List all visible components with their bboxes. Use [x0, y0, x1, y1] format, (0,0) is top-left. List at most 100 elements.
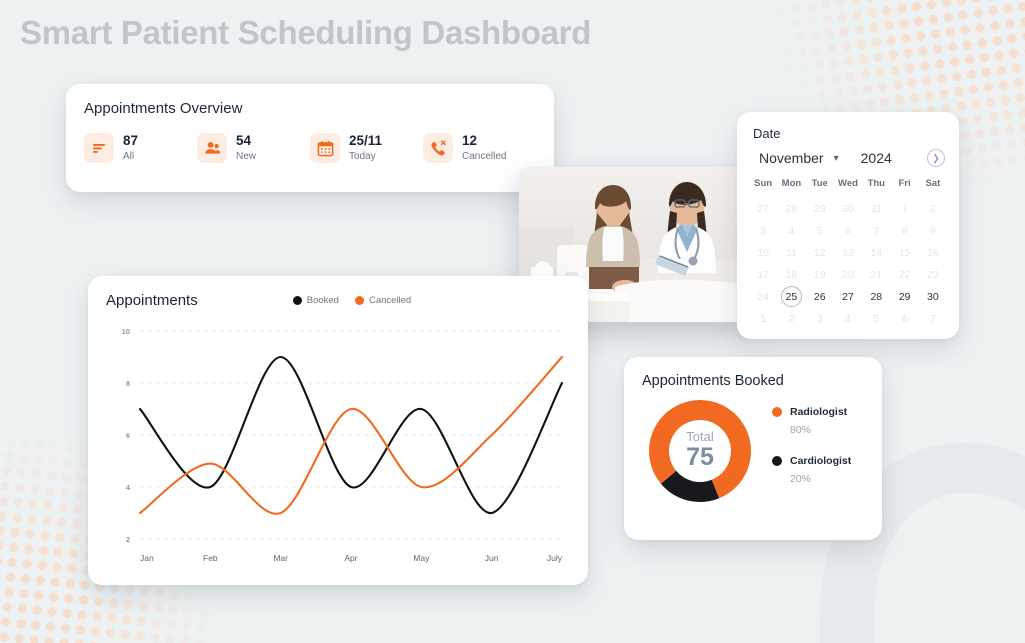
calendar-day[interactable]: 3 — [806, 308, 834, 330]
donut-title: Appointments Booked — [642, 373, 784, 389]
calendar-day[interactable]: 14 — [862, 242, 890, 264]
day-header: Tue — [811, 178, 828, 189]
calendar-day[interactable]: 5 — [806, 220, 834, 242]
calendar-day[interactable]: 21 — [862, 264, 890, 286]
calendar-day[interactable]: 4 — [777, 220, 805, 242]
calendar-day[interactable]: 4 — [834, 308, 862, 330]
calendar-day[interactable]: 18 — [777, 264, 805, 286]
stat-cancelled[interactable]: 12 Cancelled — [423, 133, 536, 163]
stat-label: Cancelled — [462, 150, 507, 162]
calendar-day[interactable]: 10 — [749, 242, 777, 264]
calendar-day[interactable]: 9 — [919, 220, 947, 242]
stat-new[interactable]: 54 New — [197, 133, 310, 163]
calendar-day[interactable]: 20 — [834, 264, 862, 286]
legend-item-cancelled[interactable]: Cancelled — [354, 295, 412, 306]
stat-label: New — [236, 150, 257, 162]
calendar-day[interactable]: 12 — [806, 242, 834, 264]
svg-text:4: 4 — [126, 483, 131, 492]
calendar-day[interactable]: 31 — [862, 198, 890, 220]
legend-item-radiologist[interactable]: Radiologist 80% — [772, 402, 851, 438]
calendar-day[interactable]: 28 — [862, 286, 890, 308]
svg-text:10: 10 — [122, 327, 130, 336]
calendar-day[interactable]: 1 — [749, 308, 777, 330]
calendar-day[interactable]: 8 — [890, 220, 918, 242]
calendar-day[interactable]: 5 — [862, 308, 890, 330]
calendar-day[interactable]: 24 — [749, 286, 777, 308]
calendar-days-grid: 27 28 29 30 31 1 2 3 4 5 6 7 8 9 10 11 12 13 14 15 16 17 18 19 2… — [749, 198, 947, 330]
calendar-day[interactable]: 28 — [777, 198, 805, 220]
stat-today[interactable]: 25/11 Today — [310, 133, 423, 163]
stat-value: 25/11 — [349, 133, 383, 149]
svg-text:2: 2 — [126, 535, 130, 544]
overview-title: Appointments Overview — [84, 100, 243, 117]
calendar-day[interactable]: 30 — [834, 198, 862, 220]
appointments-line-chart-card: Appointments Booked Cancelled 2 4 6 8 10 Jan F… — [88, 276, 588, 585]
svg-text:Jan: Jan — [140, 553, 154, 563]
calendar-day[interactable]: 16 — [919, 242, 947, 264]
chart-header: Appointments Booked Cancelled — [106, 292, 570, 309]
year-label[interactable]: 2024 — [861, 150, 892, 166]
calendar-day[interactable]: 30 — [919, 286, 947, 308]
calendar-day[interactable]: 29 — [806, 198, 834, 220]
calendar-day[interactable]: 13 — [834, 242, 862, 264]
calendar-day[interactable]: 7 — [862, 220, 890, 242]
calendar-day[interactable]: 27 — [834, 286, 862, 308]
calendar-day[interactable]: 27 — [749, 198, 777, 220]
donut-total-label: Total — [686, 429, 714, 445]
svg-text:8: 8 — [126, 379, 130, 388]
chart-legend: Booked Cancelled — [292, 295, 412, 306]
calendar-day[interactable]: 23 — [919, 264, 947, 286]
svg-text:Apr: Apr — [344, 553, 357, 563]
calendar-day[interactable]: 22 — [890, 264, 918, 286]
people-icon — [197, 133, 227, 163]
legend-value: 20% — [790, 473, 812, 485]
calendar-day[interactable]: 2 — [919, 198, 947, 220]
svg-text:6: 6 — [126, 431, 130, 440]
appointments-booked-card: Appointments Booked Total 75 Radiologist… — [624, 357, 882, 540]
day-header: Fri — [898, 178, 911, 189]
chevron-down-icon[interactable]: ▾ — [834, 153, 839, 164]
day-header: Thu — [867, 178, 885, 189]
svg-text:July: July — [547, 553, 563, 563]
chevron-right-icon[interactable]: ❯ — [927, 149, 945, 167]
stat-label: All — [123, 150, 135, 162]
legend-label: Cardiologist — [790, 455, 852, 467]
stat-value: 87 — [123, 133, 139, 149]
stat-all[interactable]: 87 All — [84, 133, 197, 163]
calendar-day[interactable]: 19 — [806, 264, 834, 286]
svg-text:May: May — [413, 553, 430, 563]
legend-item-cardiologist[interactable]: Cardiologist 20% — [772, 451, 851, 487]
line-chart-plot: 2 4 6 8 10 Jan Feb Mar Apr May Jun July — [106, 323, 570, 569]
calendar-day[interactable]: 26 — [806, 286, 834, 308]
legend-item-booked[interactable]: Booked — [292, 295, 339, 306]
phone-x-icon — [423, 133, 453, 163]
donut-center-label: Total 75 — [646, 397, 754, 505]
svg-text:Jun: Jun — [485, 553, 499, 563]
legend-label: Cancelled — [368, 295, 412, 306]
appointments-overview-card: Appointments Overview 87 All 54 New 25/1… — [66, 84, 554, 192]
calendar-label: Date — [753, 126, 781, 141]
calendar-day[interactable]: 25 — [777, 286, 805, 308]
legend-label: Booked — [306, 295, 339, 306]
calendar-day[interactable]: 3 — [749, 220, 777, 242]
calendar-day[interactable]: 2 — [777, 308, 805, 330]
list-icon — [84, 133, 114, 163]
calendar-day[interactable]: 1 — [890, 198, 918, 220]
calendar-day[interactable]: 6 — [890, 308, 918, 330]
calendar-day[interactable]: 11 — [777, 242, 805, 264]
legend-dot — [772, 407, 782, 417]
day-header: Sat — [925, 178, 941, 189]
month-select[interactable]: November — [759, 150, 824, 166]
donut-total-value: 75 — [686, 443, 714, 472]
calendar-day[interactable]: 29 — [890, 286, 918, 308]
calendar-day[interactable]: 17 — [749, 264, 777, 286]
stat-value: 54 — [236, 133, 252, 149]
day-header: Wed — [838, 178, 858, 189]
calendar-icon — [310, 133, 340, 163]
svg-text:Feb: Feb — [203, 553, 218, 563]
day-header: Mon — [781, 178, 802, 189]
calendar-day[interactable]: 15 — [890, 242, 918, 264]
legend-dot — [292, 296, 302, 305]
calendar-day[interactable]: 6 — [834, 220, 862, 242]
calendar-day[interactable]: 7 — [919, 308, 947, 330]
